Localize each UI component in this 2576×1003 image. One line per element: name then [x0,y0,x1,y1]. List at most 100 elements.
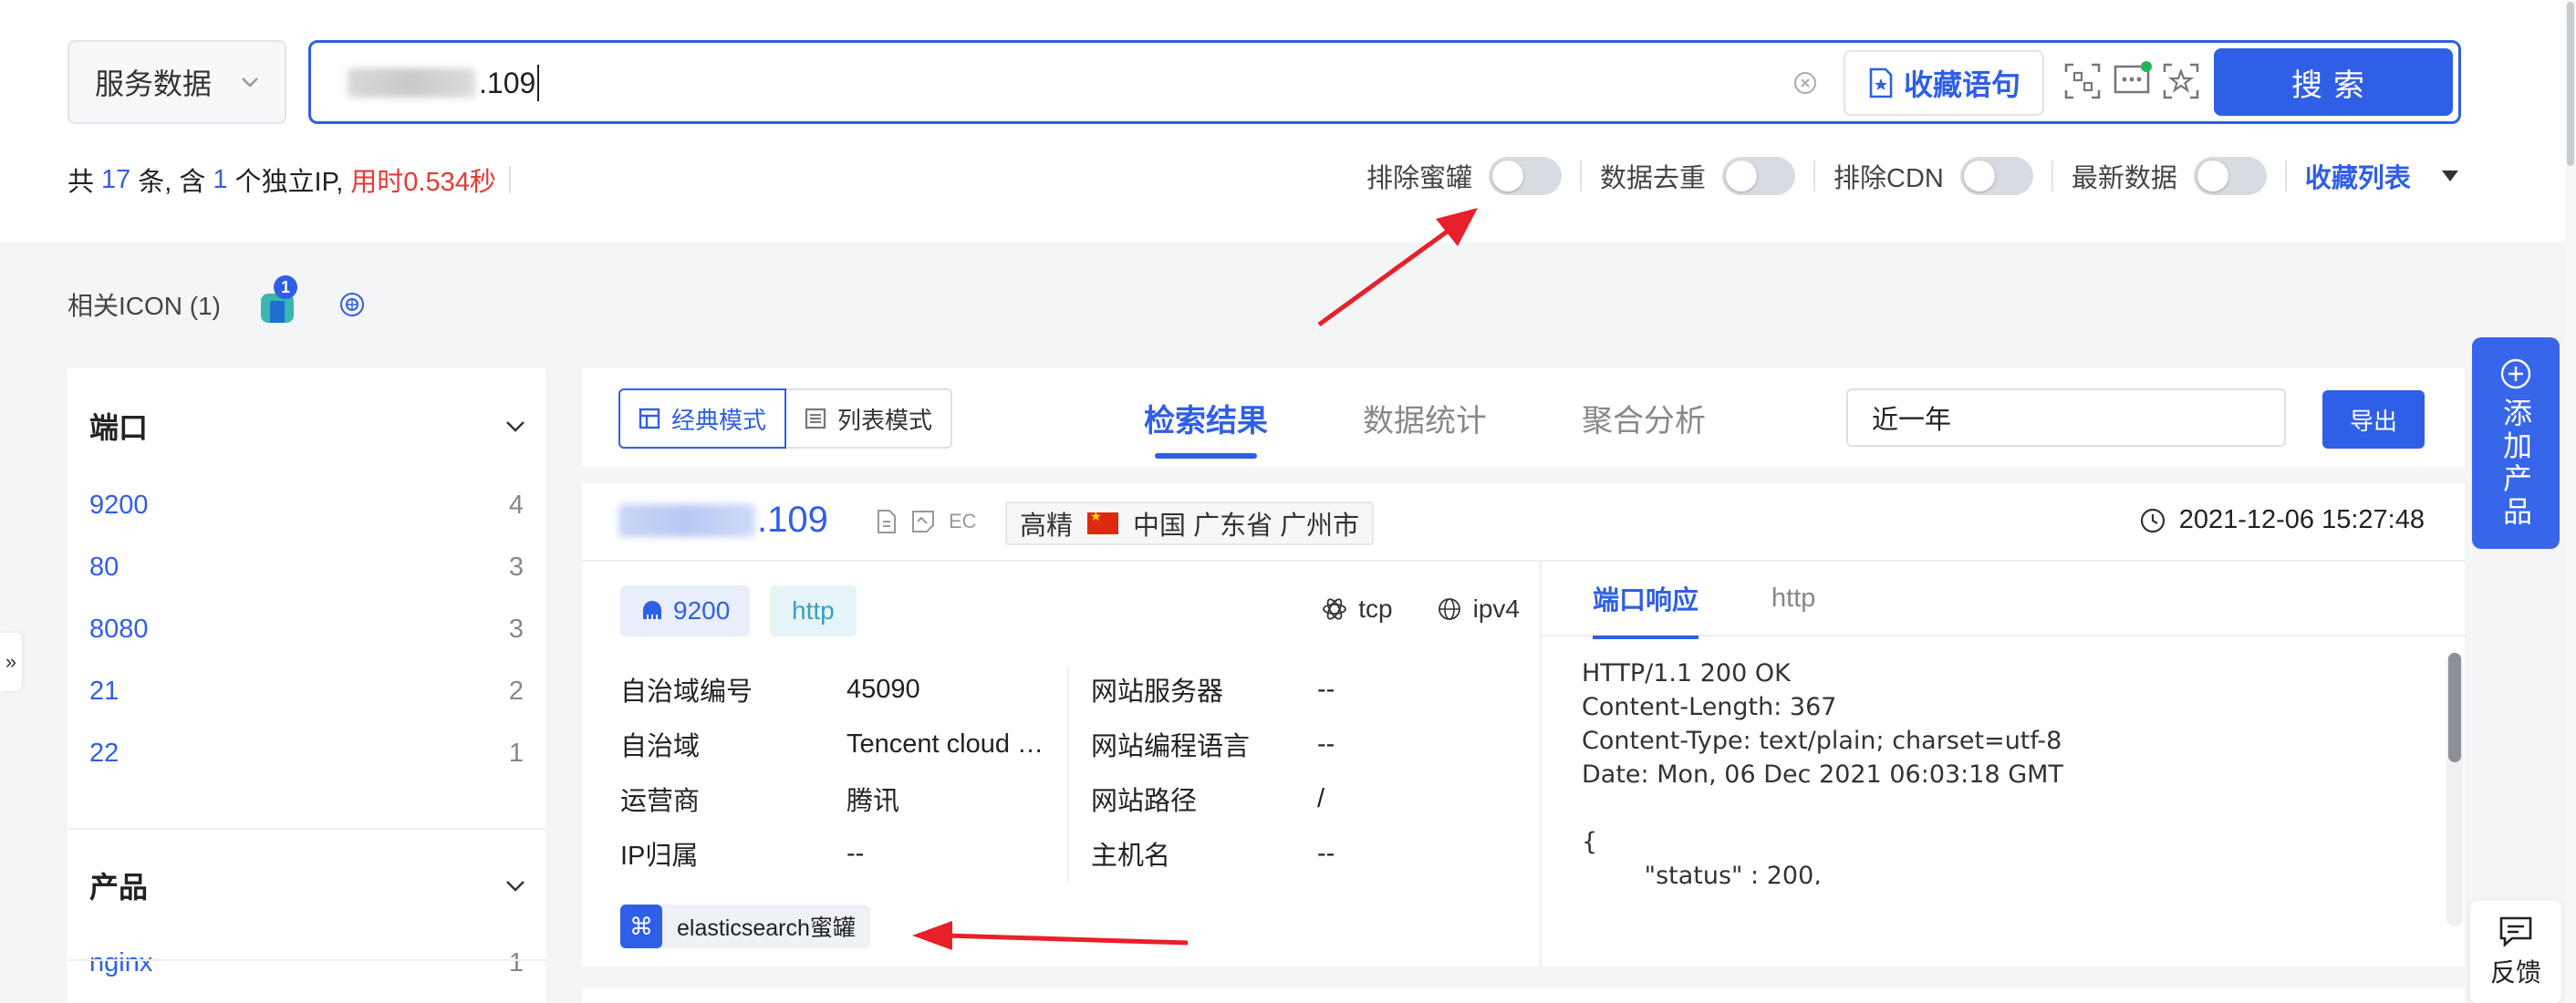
clear-icon[interactable] [1792,70,1818,96]
table-row: 自治域编号 45090 [620,662,1051,717]
exclude-honeypot-label: 排除蜜罐 [1366,164,1473,193]
product-facet-title: 产品 [89,871,149,904]
dataset-select[interactable]: 服务数据 [68,40,286,124]
timestamp-text: 2021-12-06 15:27:48 [2178,505,2425,534]
port-facet-header[interactable]: 端口 [89,405,527,447]
ip-version: ipv4 [1472,595,1520,623]
protocol-tag[interactable]: http [770,585,857,636]
list-item[interactable]: 22 1 [89,739,524,769]
feedback-label: 反馈 [2489,958,2541,987]
facet-count: 1 [508,948,524,977]
list-item[interactable]: 80 3 [89,553,524,583]
document-star-icon [1869,67,1893,98]
product-facet-header[interactable]: 产品 [89,864,527,906]
honeypot-tag[interactable]: ⌘ elasticsearch蜜罐 [620,905,870,948]
save-query-label: 收藏语句 [1903,68,2020,101]
redacted-ip-prefix [618,503,755,537]
star-favorites-icon[interactable] [2159,59,2203,103]
facet-count: 1 [508,739,524,768]
field-value: Tencent cloud … [847,729,1044,759]
page-scrollbar[interactable] [2565,0,2576,1003]
field-value: -- [847,838,865,868]
result-details: 9200 http tcp ipv4 自治域编号 45090 自治域 Tencent… [582,562,1540,967]
field-value: -- [1317,674,1335,704]
elasticsearch-app-icon[interactable]: 1 [259,275,298,325]
tab-search-results[interactable]: 检索结果 [1144,396,1268,459]
related-icons-label: 相关ICON (1) [68,292,222,320]
grid-layout-icon [639,408,660,429]
facet-count: 3 [508,615,524,644]
list-item[interactable]: nginx 1 [89,914,524,977]
time-range-select[interactable]: 近一年 [1846,388,2286,447]
dedupe-toggle[interactable] [1722,157,1796,195]
transport-protocol: tcp [1358,595,1393,623]
response-panel: 端口响应 http HTTP/1.1 200 OK Content-Length:… [1540,562,2467,967]
divider [68,959,545,961]
honeypot-label: elasticsearch蜜罐 [677,915,856,941]
network-info: tcp ipv4 [1322,595,1520,624]
search-input[interactable]: .109 收藏语句 搜索 [308,40,2461,124]
text-caret [537,65,540,101]
ec-icon[interactable]: EC [949,510,977,533]
search-button[interactable]: 搜索 [2214,48,2453,116]
table-row: 网站服务器 -- [1091,662,1522,717]
view-mode-switch: 经典模式 列表模式 [618,388,953,449]
export-button[interactable]: 导出 [2322,390,2425,449]
search-query[interactable]: .109 [348,65,540,101]
divider [2284,160,2287,191]
location-text: 中国 广东省 广州市 [1133,512,1360,541]
expand-sidebar-button[interactable]: » [0,633,22,691]
exclude-cdn-toggle[interactable] [1959,157,2033,195]
favorites-list-dropdown[interactable]: 收藏列表 [2305,157,2458,195]
filter-toggles: 排除蜜罐 数据去重 排除CDN 最新数据 收藏列表 [1366,157,2458,195]
scan-icon[interactable] [2061,59,2104,103]
screenshot-icon[interactable] [910,509,936,534]
tab-statistics[interactable]: 数据统计 [1363,396,1487,440]
facet-count: 2 [508,677,524,706]
settings-circle-icon[interactable] [338,290,367,319]
add-product-button[interactable]: 添加产品 [2472,337,2560,549]
feedback-button[interactable]: 反馈 [2470,901,2561,1003]
unique-ip-count: 1 [213,164,228,194]
scrollbar-thumb[interactable] [2448,653,2461,762]
chat-bubble-icon [2499,916,2532,947]
command-key-icon: ⌘ [620,905,662,948]
port-facet-title: 端口 [89,411,149,444]
field-label: 网站路径 [1091,787,1198,816]
result-card-header: .109 EC 高精 中国 广东省 广州市 2021-12-06 15:27:4… [582,483,2465,562]
document-icon[interactable] [876,509,898,534]
list-item[interactable]: 9200 4 [89,491,524,521]
asn-info: 自治域编号 45090 自治域 Tencent cloud … 运营商 腾讯 IP归属… [620,662,1051,881]
table-row: 网站路径 / [1091,771,1522,826]
table-row: 主机名 -- [1091,826,1522,881]
classic-mode-button[interactable]: 经典模式 [618,388,787,449]
result-ip-link[interactable]: .109 [618,500,828,541]
field-value: / [1317,783,1325,813]
response-line [1582,791,2421,825]
response-scrollbar[interactable] [2446,653,2463,926]
response-line: Content-Length: 367 [1582,693,1837,721]
port-number: 9200 [673,596,731,625]
ai-chat-icon[interactable] [2110,59,2154,103]
field-value: -- [1317,838,1335,868]
field-label: 网站编程语言 [1091,732,1251,761]
divider [508,166,511,193]
save-query-button[interactable]: 收藏语句 [1844,50,2044,116]
tab-aggregation[interactable]: 聚合分析 [1582,396,1706,440]
china-flag-icon [1087,509,1119,534]
facet-count: 4 [508,491,524,520]
divider [1067,667,1069,883]
exclude-honeypot-toggle[interactable] [1489,157,1563,195]
latest-data-toggle[interactable] [2193,157,2267,195]
list-item[interactable]: 21 2 [89,677,524,707]
location-badge: 高精 中国 广东省 广州市 [1005,502,1375,545]
scrollbar-thumb[interactable] [2567,2,2574,166]
list-mode-button[interactable]: 列表模式 [786,388,953,449]
list-item[interactable]: 8080 3 [89,615,524,645]
field-label: 运营商 [620,787,701,816]
port-tag[interactable]: 9200 [620,585,751,636]
plus-circle-icon [2500,358,2531,389]
field-label: 网站服务器 [1091,677,1224,707]
tab-http[interactable]: http [1771,584,1815,614]
tab-port-response[interactable]: 端口响应 [1593,579,1699,639]
